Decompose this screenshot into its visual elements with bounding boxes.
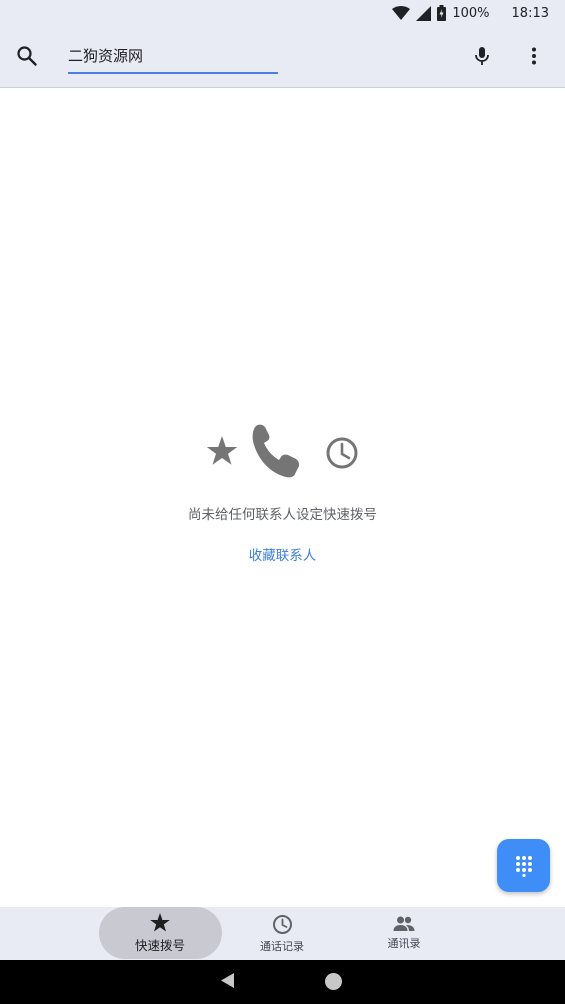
status-time: 18:13 xyxy=(511,5,549,21)
star-icon xyxy=(150,913,170,932)
search-input-text: 二狗资源网 xyxy=(68,47,144,65)
tab-contacts-label: 通讯录 xyxy=(387,937,421,950)
clock-icon xyxy=(326,437,358,469)
empty-state-message: 尚未给任何联系人设定快速拨号 xyxy=(188,507,377,523)
tab-contacts[interactable]: 通讯录 xyxy=(344,907,464,960)
bottom-navigation: 快速拨号 通话记录 通讯录 xyxy=(0,907,565,960)
people-icon xyxy=(393,916,415,931)
more-vert-icon[interactable] xyxy=(522,44,546,68)
signal-icon xyxy=(416,5,432,21)
clock-icon xyxy=(272,914,292,934)
mic-icon[interactable] xyxy=(470,44,494,68)
tab-call-history-label: 通话记录 xyxy=(260,939,304,953)
dialpad-icon xyxy=(515,855,532,877)
search-icon[interactable] xyxy=(15,44,39,68)
dialpad-fab[interactable] xyxy=(497,839,550,892)
add-favorite-link[interactable]: 收藏联系人 xyxy=(0,544,565,564)
home-icon[interactable] xyxy=(325,973,342,990)
battery-percentage: 100% xyxy=(452,5,490,21)
star-icon xyxy=(206,436,238,465)
search-input[interactable]: 二狗资源网 xyxy=(68,46,278,74)
speed-dial-content: 尚未给任何联系人设定快速拨号 收藏联系人 xyxy=(0,88,565,907)
phone-icon xyxy=(252,424,300,478)
empty-state-illustration xyxy=(206,424,358,478)
battery-icon xyxy=(437,5,447,21)
tab-call-history[interactable]: 通话记录 xyxy=(222,907,342,960)
back-icon[interactable] xyxy=(220,972,235,989)
search-bar: 二狗资源网 xyxy=(0,26,565,88)
wifi-icon xyxy=(392,6,411,20)
tab-speed-dial[interactable]: 快速拨号 xyxy=(100,907,220,960)
status-icons: 100% xyxy=(392,5,490,21)
tab-speed-dial-label: 快速拨号 xyxy=(134,938,185,953)
system-navigation-bar xyxy=(0,960,565,1004)
status-bar: 100% 18:13 xyxy=(0,0,565,26)
